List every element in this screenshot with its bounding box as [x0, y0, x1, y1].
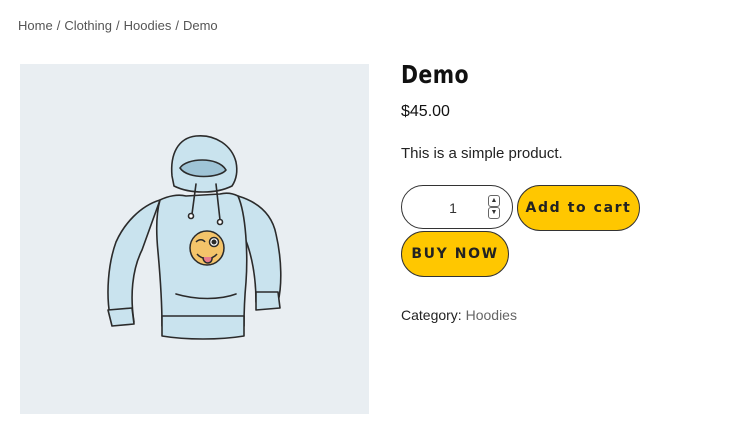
product-description: This is a simple product.	[401, 145, 563, 162]
buy-now-button[interactable]: BUY NOW	[401, 231, 509, 277]
breadcrumb-home[interactable]: Home	[18, 18, 53, 33]
quantity-input[interactable]	[416, 197, 490, 219]
hoodie-icon	[107, 135, 282, 340]
decrement-icon[interactable]: ▼	[488, 207, 500, 219]
category-label: Category:	[401, 307, 462, 323]
breadcrumb-clothing[interactable]: Clothing	[64, 18, 112, 33]
product-image[interactable]	[20, 64, 369, 414]
breadcrumb-hoodies[interactable]: Hoodies	[124, 18, 172, 33]
breadcrumb-current: Demo	[182, 18, 218, 33]
breadcrumb-separator: /	[56, 18, 61, 33]
add-to-cart-button[interactable]: Add to cart	[517, 185, 640, 231]
product-meta: Category: Hoodies	[401, 307, 517, 323]
breadcrumb: Home / Clothing / Hoodies / Demo	[18, 18, 218, 33]
stepper-controls: ▲ ▼	[488, 195, 500, 219]
product-title: Demo	[401, 60, 470, 89]
add-to-cart-form: ▲ ▼ Add to cart	[401, 185, 721, 231]
quantity-stepper: ▲ ▼	[401, 185, 513, 229]
category-link[interactable]: Hoodies	[466, 307, 517, 323]
increment-icon[interactable]: ▲	[488, 195, 500, 207]
product-price: $45.00	[401, 103, 450, 120]
breadcrumb-separator: /	[116, 18, 120, 33]
product-summary: Demo $45.00 This is a simple product. ▲ …	[401, 60, 721, 323]
breadcrumb-separator: /	[175, 18, 179, 33]
